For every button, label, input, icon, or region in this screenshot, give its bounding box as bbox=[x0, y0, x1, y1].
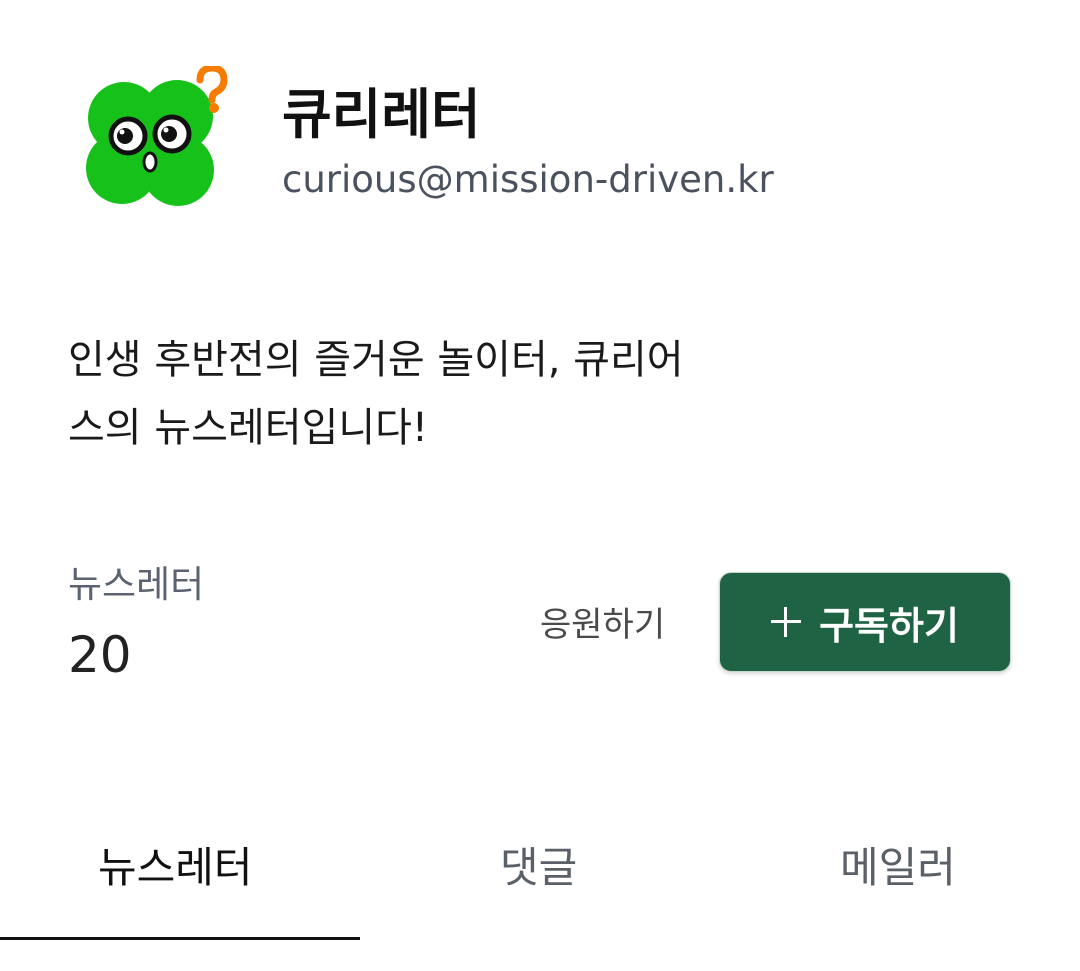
profile-name: 큐리레터 bbox=[282, 83, 481, 146]
description-line: 인생 후반전의 즐거운 놀이터, 큐리어 bbox=[68, 337, 684, 383]
plus-icon bbox=[771, 607, 802, 637]
support-button[interactable]: 응원하기 bbox=[540, 600, 665, 650]
avatar bbox=[82, 66, 232, 216]
subscribe-button-label: 구독하기 bbox=[819, 603, 959, 648]
tab-bar: 뉴스레터 댓글 메일러 bbox=[0, 820, 1080, 940]
tab-mailer[interactable]: 메일러 bbox=[840, 840, 956, 896]
newsletter-count-label: 뉴스레터 bbox=[68, 563, 205, 606]
description-line: 스의 뉴스레터입니다! bbox=[68, 405, 428, 451]
newsletter-count-value: 20 bbox=[68, 626, 132, 684]
subscribe-button[interactable]: 구독하기 bbox=[719, 572, 1011, 672]
active-tab-indicator bbox=[0, 937, 360, 940]
profile-email: curious@mission-driven.kr bbox=[282, 158, 774, 201]
newsletter-description: 인생 후반전의 즐거운 놀이터, 큐리어 스의 뉴스레터입니다! bbox=[68, 326, 788, 462]
tab-comments[interactable]: 댓글 bbox=[500, 840, 577, 896]
tab-newsletter[interactable]: 뉴스레터 bbox=[98, 840, 253, 896]
owl-mascot-icon bbox=[86, 66, 228, 206]
